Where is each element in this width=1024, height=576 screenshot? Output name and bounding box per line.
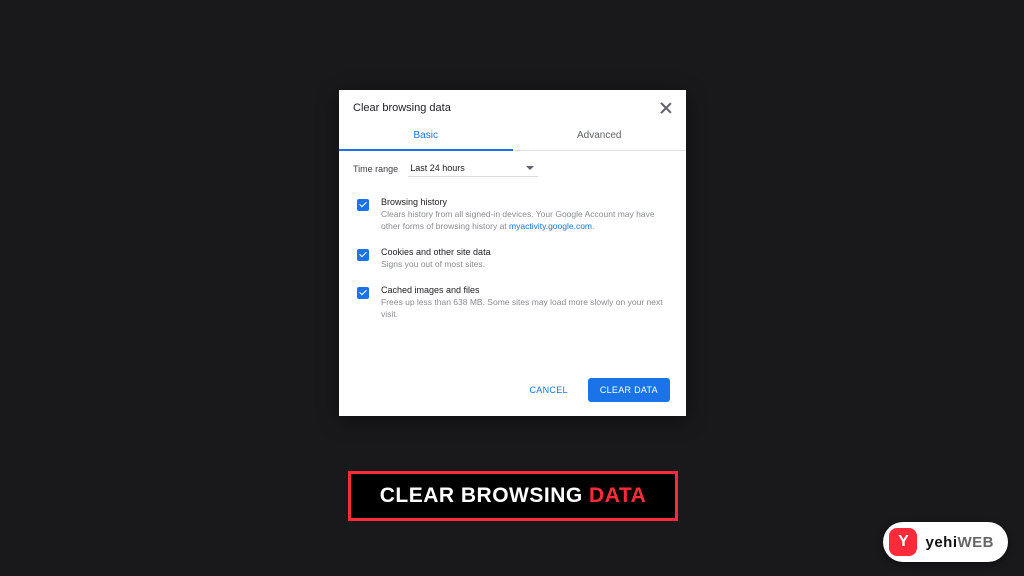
tab-advanced[interactable]: Advanced <box>513 122 687 150</box>
caption-banner: CLEAR BROWSING DATA <box>348 471 678 521</box>
option-body: Cookies and other site data Signs you ou… <box>381 247 491 271</box>
option-desc: Clears history from all signed-in device… <box>381 209 668 233</box>
time-range-select[interactable]: Last 24 hours <box>408 161 538 177</box>
chevron-down-icon <box>526 166 534 170</box>
checkbox-cached[interactable] <box>357 287 369 299</box>
option-desc: Frees up less than 638 MB. Some sites ma… <box>381 297 668 321</box>
time-range-value: Last 24 hours <box>410 163 465 173</box>
tabs: Basic Advanced <box>339 122 686 151</box>
time-range-label: Time range <box>353 164 398 174</box>
dialog-title: Clear browsing data <box>353 102 451 114</box>
option-desc: Signs you out of most sites. <box>381 259 491 271</box>
dialog-actions: CANCEL CLEAR DATA <box>339 338 686 416</box>
myactivity-link[interactable]: myactivity.google.com <box>509 221 592 231</box>
brand-name: yehiWEB <box>925 534 994 551</box>
brand-badge: Y yehiWEB <box>883 522 1008 562</box>
time-range-row: Time range Last 24 hours <box>339 151 686 185</box>
checkbox-cookies[interactable] <box>357 249 369 261</box>
close-icon[interactable] <box>658 100 674 116</box>
option-title: Cached images and files <box>381 285 668 295</box>
option-browsing-history: Browsing history Clears history from all… <box>357 191 668 241</box>
checkbox-browsing-history[interactable] <box>357 199 369 211</box>
options-list: Browsing history Clears history from all… <box>339 185 686 338</box>
cancel-button[interactable]: CANCEL <box>518 378 580 402</box>
tab-basic[interactable]: Basic <box>339 122 513 150</box>
clear-browsing-data-dialog: Clear browsing data Basic Advanced Time … <box>339 90 686 416</box>
option-body: Cached images and files Frees up less th… <box>381 285 668 321</box>
caption-text: CLEAR BROWSING DATA <box>380 484 647 508</box>
dialog-header: Clear browsing data <box>339 90 686 122</box>
option-title: Cookies and other site data <box>381 247 491 257</box>
clear-data-button[interactable]: CLEAR DATA <box>588 378 670 402</box>
option-cookies: Cookies and other site data Signs you ou… <box>357 241 668 279</box>
brand-icon: Y <box>889 528 917 556</box>
option-cached: Cached images and files Frees up less th… <box>357 279 668 329</box>
option-title: Browsing history <box>381 197 668 207</box>
option-body: Browsing history Clears history from all… <box>381 197 668 233</box>
